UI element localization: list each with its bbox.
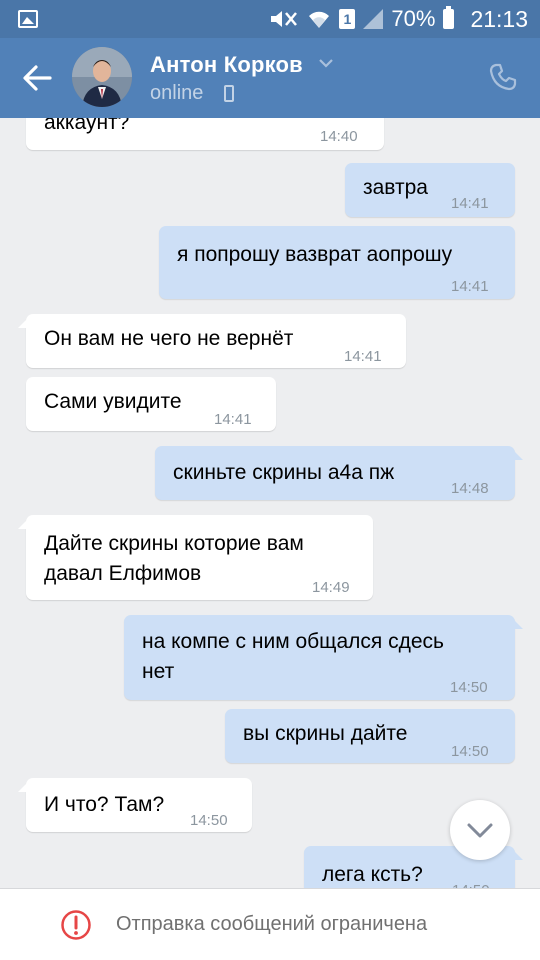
- message-text-line: на компе с ним общался сдесь: [142, 630, 444, 653]
- message-time: 14:50: [452, 876, 490, 888]
- message-time: 14:50: [450, 679, 488, 696]
- message-text-line: Дайте скрины которие вам: [44, 532, 304, 555]
- message-time: 14:41: [451, 278, 489, 295]
- message-incoming[interactable]: Сами увидите 14:41: [26, 377, 276, 431]
- message-text-line: нет: [142, 660, 175, 683]
- clock: 21:13: [470, 5, 528, 32]
- bubble-tail: [18, 778, 32, 792]
- chevron-down-icon[interactable]: [318, 56, 334, 70]
- message-text: Он вам не чего не вернёт: [44, 327, 294, 350]
- mobile-phone-icon: [224, 85, 234, 102]
- message-text: я попрошу вазврат аопрошу: [177, 243, 453, 266]
- message-incoming[interactable]: Дайте скрины которие вам давал Елфимов 1…: [18, 515, 373, 600]
- avatar[interactable]: [72, 47, 132, 107]
- message-outgoing[interactable]: вы скрины дайте 14:50: [225, 709, 515, 763]
- contact-name[interactable]: Антон Корков: [150, 52, 303, 78]
- scroll-to-bottom-button[interactable]: [450, 800, 510, 860]
- chevron-down-icon: [467, 823, 493, 838]
- message-text: лега ксть?: [322, 863, 423, 886]
- avatar-image: [72, 47, 132, 107]
- message-time: 14:41: [214, 411, 252, 428]
- message-outgoing[interactable]: на компе с ним общался сдесь нет 14:50: [124, 615, 523, 700]
- gallery-icon: [18, 10, 38, 28]
- message-incoming[interactable]: И что? Там? 14:50: [18, 778, 252, 832]
- message-time: 14:49: [312, 579, 350, 596]
- status-bar: 1 70% 21:13: [0, 0, 540, 38]
- signal-icon: [363, 9, 384, 29]
- mute-icon: [271, 11, 298, 27]
- message-outgoing[interactable]: завтра 14:41: [345, 163, 515, 217]
- back-button[interactable]: [18, 60, 58, 96]
- message-incoming[interactable]: Он вам не чего не вернёт 14:41: [18, 314, 406, 368]
- bubble-tail: [509, 615, 523, 629]
- message-outgoing[interactable]: я попрошу вазврат аопрошу 14:41: [159, 226, 515, 299]
- restriction-message: Отправка сообщений ограничена: [116, 913, 428, 935]
- call-icon: [489, 63, 517, 91]
- battery-percent: 70%: [391, 6, 436, 31]
- chat-header: Антон Корков online: [0, 38, 540, 118]
- call-button[interactable]: [488, 62, 518, 92]
- message-outgoing[interactable]: скиньте скрины а4а пж 14:48: [155, 446, 523, 500]
- message-text: вы скрины дайте: [243, 722, 408, 745]
- message-text: Сами увидите: [44, 390, 182, 413]
- message-time: 14:41: [344, 348, 382, 365]
- warning-circle-icon: [61, 910, 91, 940]
- bubble-tail: [509, 846, 523, 860]
- messaging-restricted-bar: Отправка сообщений ограничена: [0, 888, 540, 960]
- bubble-tail: [18, 515, 32, 529]
- message-incoming[interactable]: аккаунт? 14:40: [26, 118, 384, 150]
- message-text: И что? Там?: [44, 793, 165, 816]
- bubble-tail: [18, 314, 32, 328]
- message-text: скиньте скрины а4а пж: [173, 461, 395, 484]
- status-icons: 1 70% 21:13: [269, 6, 528, 32]
- online-status: online: [150, 82, 204, 104]
- message-time: 14:50: [190, 812, 228, 829]
- sim-slot-indicator: 1: [339, 9, 356, 29]
- wifi-icon: [309, 11, 330, 28]
- message-text: аккаунт?: [44, 118, 130, 134]
- bubble-tail: [509, 446, 523, 460]
- message-time: 14:48: [451, 480, 489, 497]
- message-text: завтра: [363, 176, 428, 199]
- message-text-line: давал Елфимов: [44, 562, 202, 585]
- back-arrow-icon: [23, 65, 52, 91]
- message-time: 14:40: [320, 128, 358, 145]
- message-time: 14:50: [451, 743, 489, 760]
- battery-icon: [443, 6, 455, 29]
- message-time: 14:41: [451, 195, 489, 212]
- message-list[interactable]: аккаунт? 14:40 завтра 14:41 я попрошу ва…: [0, 118, 540, 888]
